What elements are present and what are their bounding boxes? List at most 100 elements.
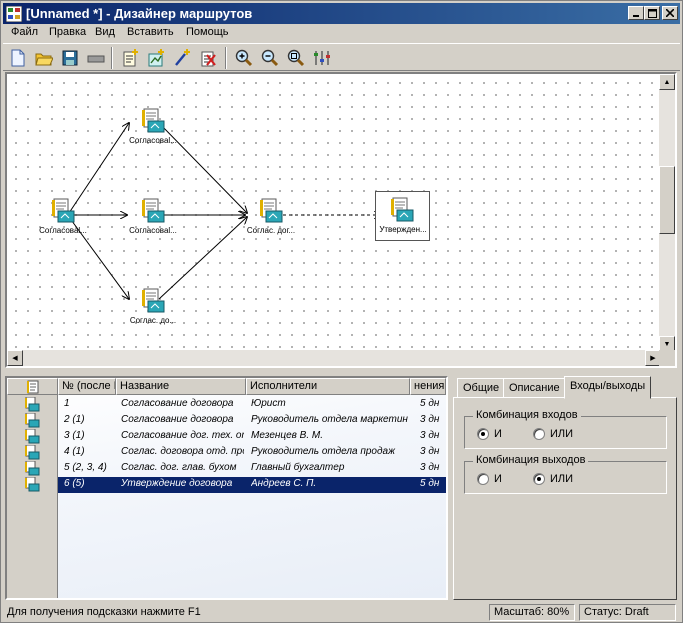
node-label: Соглас. до...: [129, 316, 177, 325]
cell-number: 2 (1): [64, 414, 85, 425]
canvas-vertical-scrollbar[interactable]: ▲ ▼: [659, 74, 675, 352]
tab-description[interactable]: Описание: [503, 378, 566, 398]
column-header-duration[interactable]: нения: [410, 378, 446, 395]
maximize-button[interactable]: [644, 6, 660, 20]
cell-executors: Руководитель отдела продаж: [251, 446, 395, 457]
table-row[interactable]: 1 Согласование договора Юрист 5 дн: [58, 397, 446, 413]
menu-help[interactable]: Помощь: [186, 26, 229, 38]
new-button[interactable]: [7, 47, 29, 69]
tab-general[interactable]: Общие: [457, 378, 506, 398]
add-stage-button[interactable]: [119, 47, 141, 69]
save-icon: [62, 50, 78, 66]
zoom-out-icon: [261, 49, 279, 67]
properties-panel: Общие Описание Входы/выходы Комбинация в…: [453, 376, 677, 600]
stage-row-icon: [25, 477, 40, 492]
document-icon: [26, 380, 38, 393]
delete-button[interactable]: [197, 47, 219, 69]
route-node[interactable]: Соглас. до...: [123, 288, 183, 332]
stage-icon: [142, 108, 165, 133]
diagram-connections: [68, 74, 661, 352]
cell-name: Соглас. дог. глав. бухом: [121, 462, 237, 473]
column-header-executors[interactable]: Исполнители: [246, 378, 410, 395]
arrow-right-icon: ▶: [650, 355, 656, 362]
delete-icon: [201, 51, 216, 67]
list-header-icon-cell: [7, 378, 58, 395]
cell-duration: 3 дн: [420, 430, 440, 441]
status-state: Статус: Draft: [579, 604, 676, 621]
cell-number: 4 (1): [64, 446, 85, 457]
radio-label: ИЛИ: [550, 473, 574, 485]
title-bar[interactable]: [Unnamed *] - Дизайнер маршрутов: [3, 3, 680, 24]
open-button[interactable]: [33, 47, 55, 69]
app-icon: [6, 6, 22, 22]
save-button[interactable]: [59, 47, 81, 69]
route-node-selected[interactable]: Утвержден...: [375, 191, 430, 241]
zoom-in-button[interactable]: [233, 47, 255, 69]
toolbar-separator: [225, 47, 227, 69]
flag-button[interactable]: [85, 47, 107, 69]
app-window: [Unnamed *] - Дизайнер маршрутов Файл Пр…: [0, 0, 683, 623]
open-icon: [35, 53, 53, 66]
outputs-or-radio[interactable]: ИЛИ: [533, 473, 573, 485]
route-node[interactable]: Соглас. дог...: [241, 198, 301, 242]
scroll-thumb[interactable]: [659, 166, 675, 234]
menu-edit[interactable]: Правка: [49, 26, 86, 38]
menu-file[interactable]: Файл: [11, 26, 38, 38]
add-connection-icon: [148, 49, 164, 67]
tab-inputs-outputs[interactable]: Входы/выходы: [564, 376, 652, 399]
menu-view[interactable]: Вид: [95, 26, 115, 38]
minimize-icon: [633, 15, 639, 17]
inputs-or-radio[interactable]: ИЛИ: [533, 428, 573, 440]
route-node[interactable]: Согласоваl...: [33, 198, 93, 242]
window-title: [Unnamed *] - Дизайнер маршрутов: [26, 6, 253, 21]
diagram-canvas-frame: Согласоваl... Согласоваl... Согласоваl..…: [5, 72, 677, 368]
column-header-name[interactable]: Название: [116, 378, 246, 395]
add-arrow-button[interactable]: [171, 47, 193, 69]
canvas-horizontal-scrollbar[interactable]: ◀ ▶: [7, 350, 661, 366]
arrow-up-icon: ▲: [663, 78, 671, 86]
scroll-corner: [659, 350, 675, 366]
cell-name: Согласование дог. тех. отдела: [121, 430, 244, 441]
table-row[interactable]: 4 (1) Соглас. договора отд. продаж Руков…: [58, 445, 446, 461]
scroll-left-button[interactable]: ◀: [7, 350, 23, 366]
list-body[interactable]: № (после № Название Исполнители нения 1 …: [58, 378, 446, 598]
node-label: Согласоваl...: [129, 136, 177, 145]
close-button[interactable]: [662, 6, 678, 20]
cell-executors: Андреев С. П.: [251, 478, 317, 489]
stages-list: № (после № Название Исполнители нения 1 …: [5, 376, 448, 600]
stage-icon: [142, 288, 165, 313]
cell-number: 3 (1): [64, 430, 85, 441]
table-row-selected[interactable]: 6 (5) Утверждение договора Андреев С. П.…: [58, 477, 446, 493]
scroll-up-button[interactable]: ▲: [659, 74, 675, 90]
column-header-number[interactable]: № (после №: [58, 378, 116, 395]
add-connection-button[interactable]: [145, 47, 167, 69]
zoom-out-button[interactable]: [259, 47, 281, 69]
radio-checked-icon: [533, 473, 545, 485]
properties-icon: [314, 51, 330, 65]
cell-duration: 3 дн: [420, 462, 440, 473]
cell-executors: Главный бухгалтер: [251, 462, 345, 473]
cell-name: Соглас. договора отд. продаж: [121, 446, 244, 457]
cell-duration: 5 дн: [420, 398, 440, 409]
route-node[interactable]: Согласоваl...: [123, 198, 183, 242]
group-label: Комбинация выходов: [473, 454, 589, 466]
stage-icon: [260, 198, 283, 223]
stage-row-icon: [25, 429, 40, 444]
cell-executors: Руководитель отдела маркетинга: [251, 414, 408, 425]
diagram-canvas[interactable]: Согласоваl... Согласоваl... Согласоваl..…: [7, 74, 661, 352]
properties-button[interactable]: [311, 47, 333, 69]
table-row[interactable]: 5 (2, 3, 4) Соглас. дог. глав. бухом Гла…: [58, 461, 446, 477]
route-node[interactable]: Согласоваl...: [123, 108, 183, 152]
table-row[interactable]: 3 (1) Согласование дог. тех. отдела Мезе…: [58, 429, 446, 445]
status-hint: Для получения подсказки нажмите F1: [7, 606, 201, 618]
node-label: Утвержден...: [379, 225, 427, 234]
arrow-left-icon: ◀: [12, 355, 18, 362]
inputs-and-radio[interactable]: И: [477, 428, 502, 440]
menu-insert[interactable]: Вставить: [127, 26, 174, 38]
zoom-fit-button[interactable]: [285, 47, 307, 69]
table-row[interactable]: 2 (1) Согласование договора Руководитель…: [58, 413, 446, 429]
stage-row-icon: [25, 397, 40, 412]
radio-unchecked-icon: [533, 428, 545, 440]
outputs-and-radio[interactable]: И: [477, 473, 502, 485]
minimize-button[interactable]: [628, 6, 644, 20]
